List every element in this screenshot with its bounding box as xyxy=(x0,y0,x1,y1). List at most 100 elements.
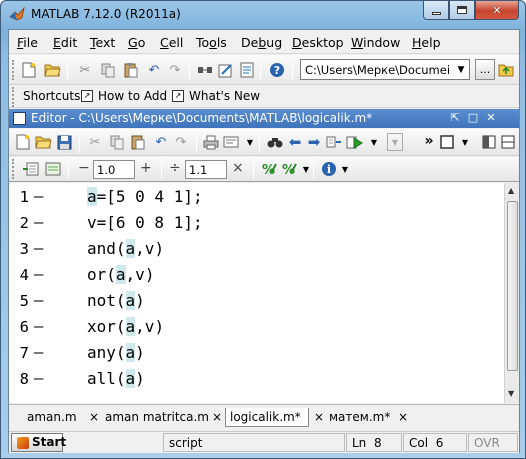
scroll-down-icon[interactable]: ▼ xyxy=(508,389,514,398)
chevron-down-icon[interactable]: ▼ xyxy=(456,133,474,151)
start-button[interactable]: Start xyxy=(11,433,66,452)
code-line[interactable]: a=[5 0 4 1]; xyxy=(87,187,203,206)
toolbar-grip[interactable] xyxy=(12,159,15,179)
code-line[interactable]: v=[6 0 8 1]; xyxy=(87,213,203,232)
menu-desktop[interactable]: Desktop xyxy=(292,35,344,50)
breakpoint-marker[interactable]: — xyxy=(34,343,43,361)
code-line[interactable]: any(a) xyxy=(87,343,145,362)
copy-icon[interactable] xyxy=(99,61,117,79)
show-cell-titles-icon[interactable]: % xyxy=(261,160,279,178)
breakpoint-marker[interactable]: — xyxy=(34,265,43,283)
vertical-scrollbar[interactable]: ▲ ▼ xyxy=(504,183,519,403)
menu-debug[interactable]: Debug xyxy=(241,35,282,50)
tile-editor-icon[interactable] xyxy=(480,133,498,151)
new-file-icon[interactable] xyxy=(20,61,38,79)
code-line[interactable]: not(a) xyxy=(87,291,145,310)
simulink-icon[interactable] xyxy=(196,61,214,79)
tab-aman[interactable]: aman.m xyxy=(23,408,81,427)
paste-icon[interactable] xyxy=(129,133,147,151)
redo-icon[interactable]: ↷ xyxy=(166,61,184,79)
how-to-add-link[interactable]: How to Add xyxy=(98,89,167,103)
redo-icon[interactable]: ↷ xyxy=(172,133,190,151)
set-breakpoint-icon[interactable] xyxy=(325,133,343,151)
breakpoint-marker[interactable]: — xyxy=(34,291,43,309)
close-tab-icon[interactable]: × xyxy=(398,410,408,424)
open-folder-icon[interactable] xyxy=(43,61,61,79)
breakpoint-marker[interactable]: — xyxy=(34,213,43,231)
menu-help[interactable]: Help xyxy=(412,35,441,50)
cut-icon[interactable]: ✂ xyxy=(86,133,104,151)
close-tab-icon[interactable]: × xyxy=(89,410,99,424)
tile-split-icon[interactable] xyxy=(499,133,517,151)
browse-folder-button[interactable]: ... xyxy=(475,59,495,80)
cut-icon[interactable]: ✂ xyxy=(76,61,94,79)
editor-title-bar[interactable]: Editor - C:\Users\Мерке\Documents\MATLAB… xyxy=(9,109,519,128)
chevron-down-icon[interactable]: ▼ xyxy=(336,160,354,178)
scrollbar-thumb[interactable] xyxy=(507,201,518,371)
eval-cell-icon[interactable] xyxy=(44,160,62,178)
scroll-up-icon[interactable]: ▲ xyxy=(508,186,514,195)
close-tab-icon[interactable]: × xyxy=(212,410,222,424)
decrement-value-button[interactable]: − xyxy=(78,160,90,176)
tab-matem[interactable]: матем.m* xyxy=(325,408,394,427)
toolbar-grip[interactable] xyxy=(12,60,15,80)
chevron-down-icon[interactable]: ▼ xyxy=(453,60,469,79)
menu-tools[interactable]: Tools xyxy=(196,35,227,50)
layout-square-icon[interactable] xyxy=(438,133,456,151)
up-folder-icon[interactable] xyxy=(497,61,515,79)
breakpoint-marker[interactable]: — xyxy=(34,369,43,387)
menu-text[interactable]: Text xyxy=(90,35,115,50)
breakpoint-marker[interactable]: — xyxy=(34,317,43,335)
forward-arrow-icon[interactable]: ➡ xyxy=(305,133,323,151)
breakpoint-marker[interactable]: — xyxy=(34,239,43,257)
maximize-button[interactable] xyxy=(449,1,475,20)
tab-logicalik[interactable]: logicalik.m* xyxy=(225,408,309,427)
code-line[interactable]: xor(a,v) xyxy=(87,317,164,336)
title-bar[interactable]: MATLAB 7.12.0 (R2011a) ✕ xyxy=(1,1,525,29)
multiply-value-button[interactable]: × xyxy=(232,160,244,176)
toolbar-overflow-icon[interactable]: » xyxy=(420,132,438,150)
menu-go[interactable]: Go xyxy=(128,35,145,50)
chevron-down-icon[interactable]: ▼ xyxy=(365,133,383,151)
cell-factor-input[interactable]: 1.1 xyxy=(185,160,227,179)
profiler-icon[interactable] xyxy=(238,61,256,79)
chevron-down-icon[interactable]: ▼ xyxy=(241,133,259,151)
code-editor[interactable]: 1 — 2 — 3 — 4 — 5 — 6 — 7 — 8 — a=[5 0 4… xyxy=(9,183,504,403)
comment-icon[interactable] xyxy=(222,133,240,151)
menu-edit[interactable]: Edit xyxy=(53,35,77,50)
menu-file[interactable]: File xyxy=(17,35,38,50)
undo-icon[interactable]: ↶ xyxy=(145,61,163,79)
stack-dropdown-icon[interactable]: ▼ xyxy=(387,133,403,151)
open-folder-icon[interactable] xyxy=(34,133,52,151)
current-folder-input[interactable]: C:\Users\Мерке\Documei xyxy=(300,59,470,80)
undock-icon[interactable]: ⇱ xyxy=(448,111,462,125)
find-binoculars-icon[interactable] xyxy=(266,133,284,151)
save-icon[interactable] xyxy=(55,133,73,151)
menu-window[interactable]: Window xyxy=(351,35,400,50)
guide-icon[interactable] xyxy=(217,61,235,79)
paste-icon[interactable] xyxy=(122,61,140,79)
close-panel-icon[interactable]: ✕ xyxy=(484,111,498,125)
back-arrow-icon[interactable]: ⬅ xyxy=(286,133,304,151)
menu-cell[interactable]: Cell xyxy=(160,35,183,50)
close-button[interactable]: ✕ xyxy=(475,1,519,20)
divide-value-button[interactable]: ÷ xyxy=(169,160,181,176)
print-icon[interactable] xyxy=(202,133,220,151)
increment-value-button[interactable]: + xyxy=(140,160,152,176)
maximize-panel-icon[interactable]: □ xyxy=(466,111,480,125)
minimize-button[interactable] xyxy=(423,1,449,20)
new-file-icon[interactable] xyxy=(14,133,32,151)
code-line[interactable]: all(a) xyxy=(87,369,145,388)
help-icon[interactable]: ? xyxy=(268,61,286,79)
close-tab-icon[interactable]: × xyxy=(314,410,324,424)
cell-value-input[interactable]: 1.0 xyxy=(93,160,135,179)
undo-icon[interactable]: ↶ xyxy=(152,133,170,151)
tab-aman-matritca[interactable]: aman matritca.m xyxy=(101,408,213,427)
breakpoint-marker[interactable]: — xyxy=(34,187,43,205)
run-icon[interactable] xyxy=(345,133,363,151)
code-line[interactable]: and(a,v) xyxy=(87,239,164,258)
copy-icon[interactable] xyxy=(108,133,126,151)
toolbar-grip[interactable] xyxy=(12,87,15,107)
insert-cell-icon[interactable] xyxy=(22,160,40,178)
code-line[interactable]: or(a,v) xyxy=(87,265,154,284)
